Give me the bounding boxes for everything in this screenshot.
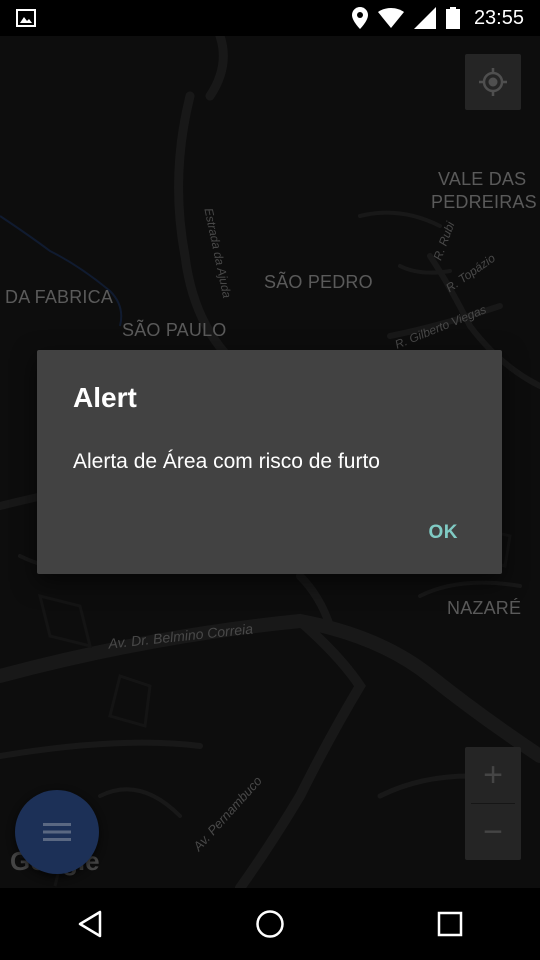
signal-icon bbox=[413, 7, 436, 29]
battery-icon bbox=[445, 7, 460, 29]
dialog-title: Alert bbox=[73, 382, 137, 413]
back-icon bbox=[78, 910, 102, 938]
recents-icon bbox=[437, 911, 463, 937]
back-button[interactable] bbox=[60, 894, 120, 954]
dialog-message: Alerta de Área com risco de furto bbox=[73, 450, 380, 473]
home-button[interactable] bbox=[240, 894, 300, 954]
location-icon bbox=[351, 7, 368, 29]
status-bar: 23:55 bbox=[0, 0, 540, 36]
clock: 23:55 bbox=[473, 6, 524, 29]
navigation-bar bbox=[0, 888, 540, 960]
home-icon bbox=[256, 910, 284, 938]
ok-button[interactable]: OK bbox=[429, 522, 459, 544]
alert-dialog: Alert Alerta de Área com risco de furto … bbox=[37, 350, 502, 574]
gallery-icon bbox=[16, 9, 36, 27]
recents-button[interactable] bbox=[420, 894, 480, 954]
wifi-icon bbox=[377, 8, 404, 28]
